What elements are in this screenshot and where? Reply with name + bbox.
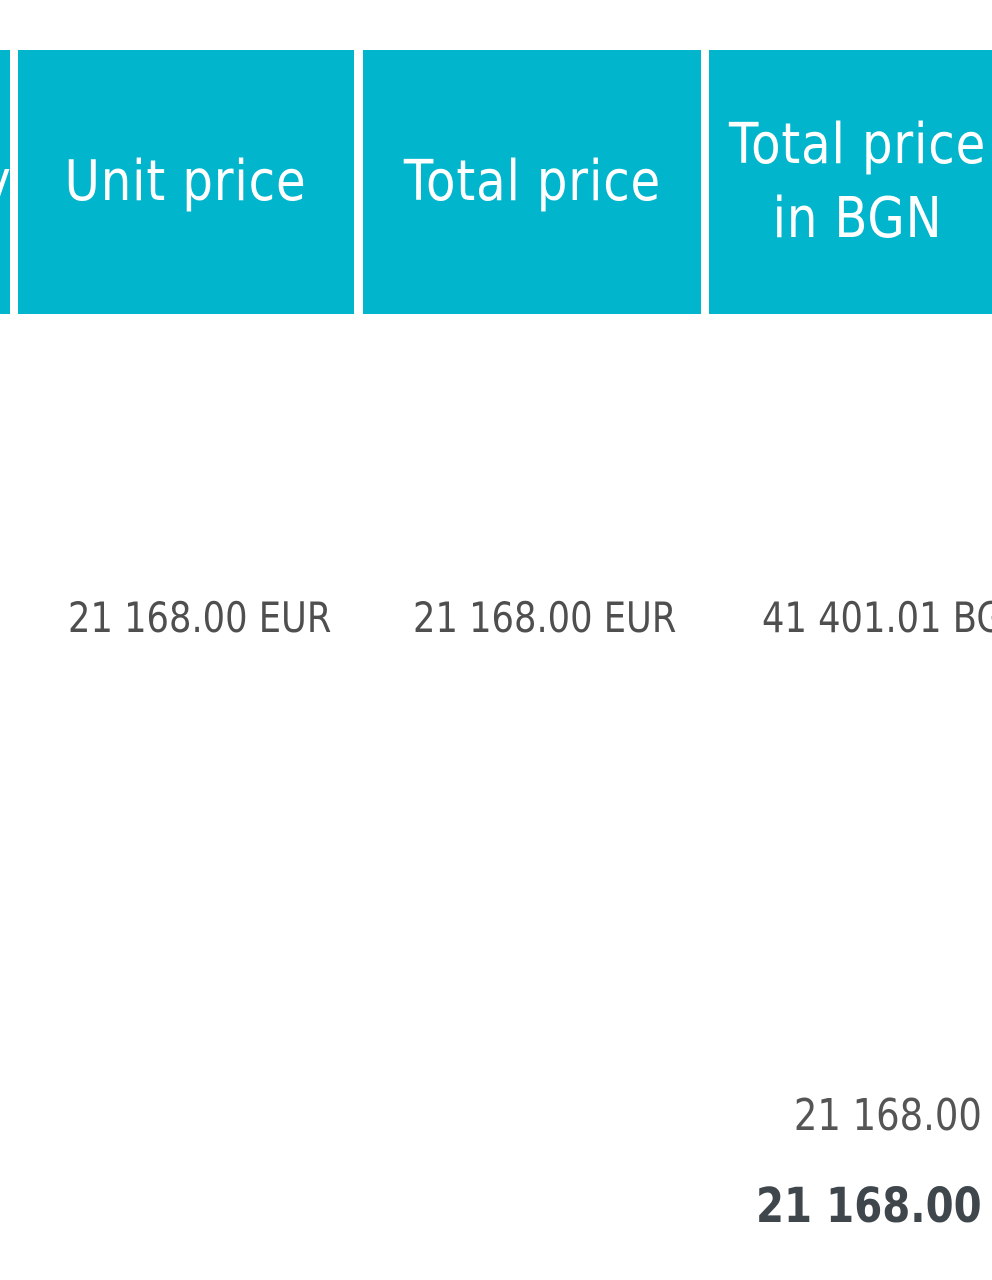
row-total-price: 21 168.00 EUR bbox=[413, 593, 677, 642]
header-total-price-label: Total price bbox=[403, 149, 661, 214]
grand-total-value: 21 168.00 bbox=[756, 1178, 982, 1234]
subtotal-value: 21 168.00 bbox=[793, 1090, 982, 1141]
header-total-price-bgn-cell: Total price in BGN bbox=[709, 50, 992, 314]
header-unit-price-cell: Unit price bbox=[18, 50, 354, 314]
header-total-price-cell: Total price bbox=[363, 50, 701, 314]
row-total-price-bgn: 41 401.01 BGN bbox=[762, 593, 992, 642]
header-quantity-cell: y bbox=[0, 50, 10, 314]
header-unit-price-label: Unit price bbox=[65, 149, 307, 214]
row-unit-price: 21 168.00 EUR bbox=[68, 593, 332, 642]
header-total-price-bgn-label: Total price in BGN bbox=[729, 112, 987, 251]
header-quantity-label: y bbox=[0, 145, 10, 219]
